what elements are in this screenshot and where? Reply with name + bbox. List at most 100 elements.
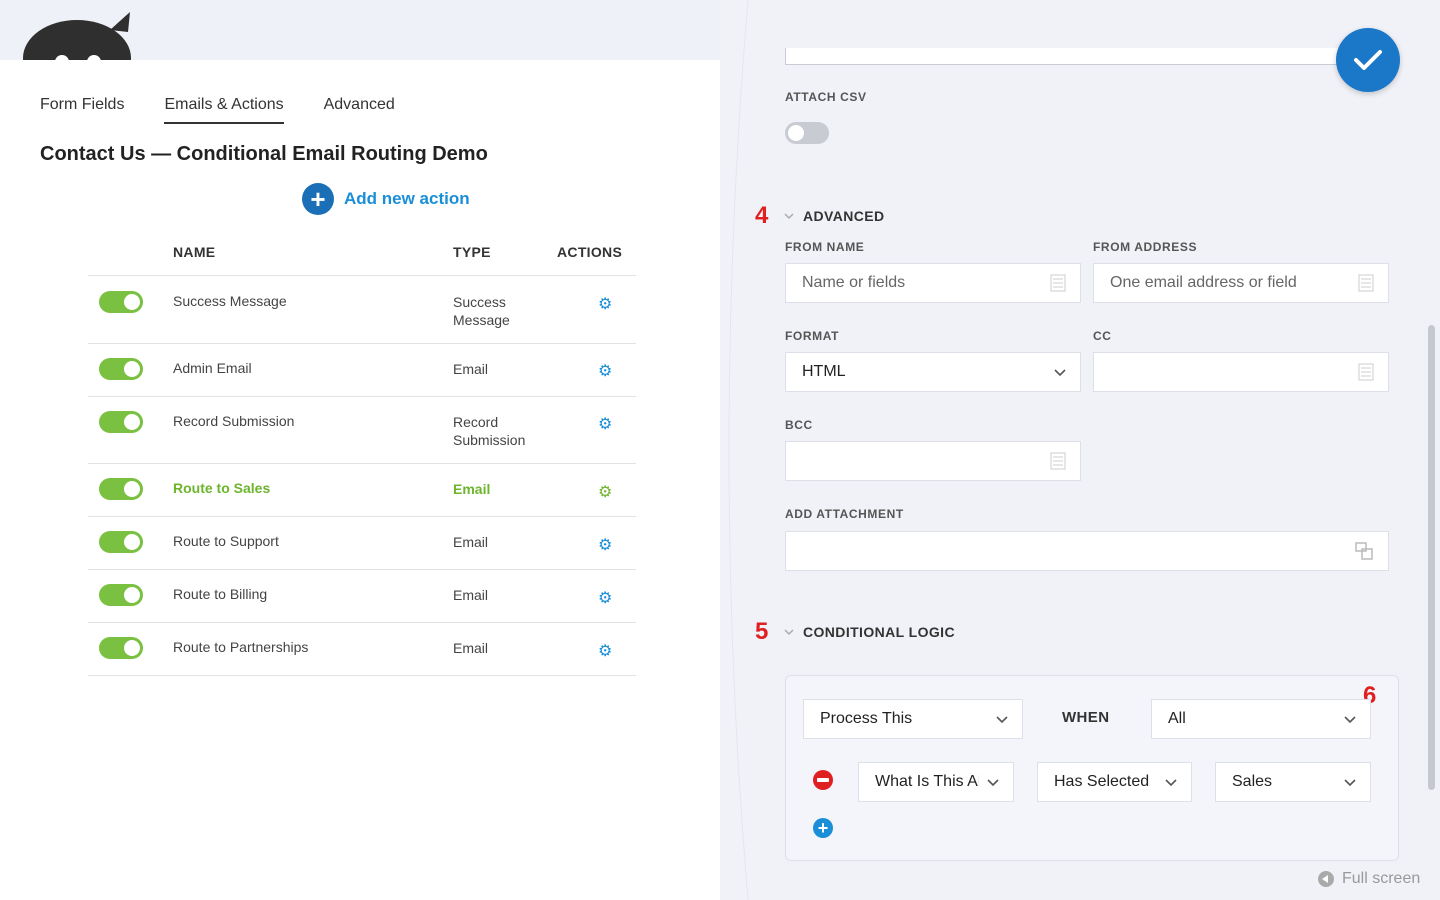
from-address-placeholder: One email address or field xyxy=(1110,274,1297,291)
bcc-field[interactable] xyxy=(785,441,1081,481)
ninja-logo-icon xyxy=(22,10,132,60)
chevron-down-icon xyxy=(1344,716,1356,724)
add-new-action-label: Add new action xyxy=(344,189,470,208)
merge-tags-icon[interactable] xyxy=(1358,363,1374,381)
full-screen-button[interactable]: Full screen xyxy=(1318,870,1420,888)
action-type: Email xyxy=(453,587,489,603)
table-row: Admin Email Email ⚙ xyxy=(88,344,636,397)
tab-emails-actions[interactable]: Emails & Actions xyxy=(164,96,284,124)
condition-operator-select[interactable]: Has Selected xyxy=(1037,762,1192,802)
from-name-placeholder: Name or fields xyxy=(802,274,906,291)
action-type: Email xyxy=(453,481,491,497)
action-type: Email xyxy=(453,534,489,550)
action-enabled-toggle[interactable] xyxy=(99,478,143,500)
checkmark-icon xyxy=(1354,50,1382,70)
previous-field-bottom xyxy=(785,48,1345,65)
cc-field[interactable] xyxy=(1093,352,1389,392)
from-name-label: FROM NAME xyxy=(785,240,865,254)
remove-condition-button[interactable] xyxy=(813,770,833,790)
column-header-actions: ACTIONS xyxy=(557,244,623,260)
format-label: FORMAT xyxy=(785,329,840,343)
drawer-scrollbar[interactable] xyxy=(1428,325,1435,790)
table-row: Route to Support Email ⚙ xyxy=(88,517,636,570)
attach-csv-toggle[interactable] xyxy=(785,122,829,144)
gear-icon[interactable]: ⚙ xyxy=(598,588,612,608)
condition-field-select[interactable]: What Is This About? xyxy=(858,762,1014,802)
chevron-down-icon xyxy=(1165,779,1177,787)
action-enabled-toggle[interactable] xyxy=(99,531,143,553)
column-header-type: TYPE xyxy=(453,244,491,260)
when-select[interactable]: All xyxy=(1151,699,1371,739)
add-attachment-label: ADD ATTACHMENT xyxy=(785,507,904,521)
add-new-action-button[interactable]: + Add new action xyxy=(302,183,470,215)
action-enabled-toggle[interactable] xyxy=(99,637,143,659)
gear-icon[interactable]: ⚙ xyxy=(598,535,612,555)
gear-icon[interactable]: ⚙ xyxy=(598,361,612,381)
from-name-field[interactable]: Name or fields xyxy=(785,263,1081,303)
add-condition-button[interactable]: + xyxy=(813,818,833,838)
chevron-down-icon xyxy=(1344,779,1356,787)
full-screen-label: Full screen xyxy=(1342,870,1421,887)
format-selected-value: HTML xyxy=(802,363,846,380)
actions-table: NAME TYPE ACTIONS Success Message Succes… xyxy=(88,236,636,676)
action-type: Email xyxy=(453,361,489,377)
table-row: Route to Sales Email ⚙ xyxy=(88,464,636,517)
condition-operator-value: Has Selected xyxy=(1054,773,1150,790)
action-name: Route to Billing xyxy=(173,586,268,602)
action-name[interactable]: Route to Sales xyxy=(173,480,270,496)
table-row: Success Message Success Message ⚙ xyxy=(88,276,636,344)
tab-form-fields[interactable]: Form Fields xyxy=(40,96,124,124)
tab-bar: Form Fields Emails & Actions Advanced xyxy=(40,96,395,124)
format-select[interactable]: HTML xyxy=(785,352,1081,392)
when-selected-value: All xyxy=(1168,710,1186,727)
process-selected-value: Process This xyxy=(820,710,913,727)
table-row: Record Submission Record Submission ⚙ xyxy=(88,397,636,464)
condition-field-value: What Is This About? xyxy=(875,773,979,790)
action-enabled-toggle[interactable] xyxy=(99,411,143,433)
column-header-name: NAME xyxy=(173,244,216,260)
chevron-down-icon xyxy=(987,779,999,787)
chevron-down-icon xyxy=(996,716,1008,724)
advanced-heading: ADVANCED xyxy=(803,208,885,224)
step-number: 4 xyxy=(755,202,769,229)
gear-icon[interactable]: ⚙ xyxy=(598,641,612,661)
from-address-label: FROM ADDRESS xyxy=(1093,240,1198,254)
cc-label: CC xyxy=(1093,329,1112,343)
advanced-section-toggle[interactable]: ADVANCED xyxy=(783,208,885,224)
condition-value-select[interactable]: Sales xyxy=(1215,762,1371,802)
merge-tags-icon[interactable] xyxy=(1050,274,1066,292)
from-address-field[interactable]: One email address or field xyxy=(1093,263,1389,303)
attachment-tags-icon[interactable] xyxy=(1354,542,1374,560)
gear-icon[interactable]: ⚙ xyxy=(598,482,612,502)
chevron-down-icon xyxy=(784,629,794,636)
tab-advanced[interactable]: Advanced xyxy=(324,96,395,124)
action-enabled-toggle[interactable] xyxy=(99,584,143,606)
action-name: Record Submission xyxy=(173,413,295,429)
process-select[interactable]: Process This xyxy=(803,699,1023,739)
merge-tags-icon[interactable] xyxy=(1358,274,1374,292)
condition-value: Sales xyxy=(1232,773,1273,790)
plus-icon: + xyxy=(302,183,334,215)
table-header: NAME TYPE ACTIONS xyxy=(88,236,636,276)
action-name: Success Message xyxy=(173,293,287,309)
drawer-edge xyxy=(728,0,760,900)
gear-icon[interactable]: ⚙ xyxy=(598,294,612,314)
collapse-arrow-icon xyxy=(1318,871,1334,887)
action-name: Route to Support xyxy=(173,533,279,549)
gear-icon[interactable]: ⚙ xyxy=(598,414,612,434)
merge-tags-icon[interactable] xyxy=(1050,452,1066,470)
table-row: Route to Partnerships Email ⚙ xyxy=(88,623,636,676)
action-enabled-toggle[interactable] xyxy=(99,291,143,313)
conditional-logic-section-toggle[interactable]: CONDITIONAL LOGIC xyxy=(783,624,955,640)
chevron-down-icon xyxy=(784,213,794,220)
add-attachment-field[interactable] xyxy=(785,531,1389,571)
chevron-down-icon xyxy=(1054,369,1066,377)
action-name: Admin Email xyxy=(173,360,252,376)
attach-csv-label: ATTACH CSV xyxy=(785,90,867,104)
done-button[interactable] xyxy=(1336,28,1400,92)
action-type: Record Submission xyxy=(453,414,526,448)
action-type: Success Message xyxy=(453,294,510,328)
action-enabled-toggle[interactable] xyxy=(99,358,143,380)
conditional-logic-heading: CONDITIONAL LOGIC xyxy=(803,624,955,640)
step-number: 5 xyxy=(755,618,769,645)
